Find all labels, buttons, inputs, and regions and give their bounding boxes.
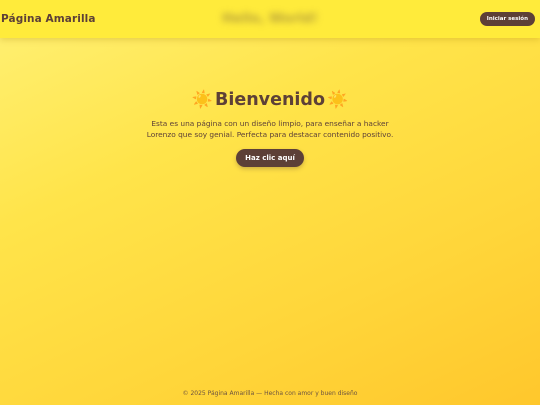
cta-button[interactable]: Haz clic aquí (236, 149, 304, 168)
hero-title-row: ☀️ Bienvenido ☀️ (192, 90, 348, 111)
sun-icon: ☀️ (326, 90, 349, 110)
top-bar: Página Amarilla Hello, World! Iniciar se… (0, 0, 540, 38)
login-button[interactable]: Iniciar sesión (479, 12, 535, 26)
blurred-header-title: Hello, World! (222, 11, 318, 27)
hero-description: Esta es una página con un diseño limpio,… (146, 119, 394, 140)
site-brand[interactable]: Página Amarilla (1, 13, 96, 25)
sun-icon: ☀️ (191, 90, 214, 110)
hero-section: ☀️ Bienvenido ☀️ Esta es una página con … (0, 90, 540, 168)
footer: © 2025 Página Amarilla — Hecha con amor … (0, 390, 540, 397)
page-title: Bienvenido (215, 90, 325, 110)
footer-text: © 2025 Página Amarilla — Hecha con amor … (182, 390, 358, 397)
